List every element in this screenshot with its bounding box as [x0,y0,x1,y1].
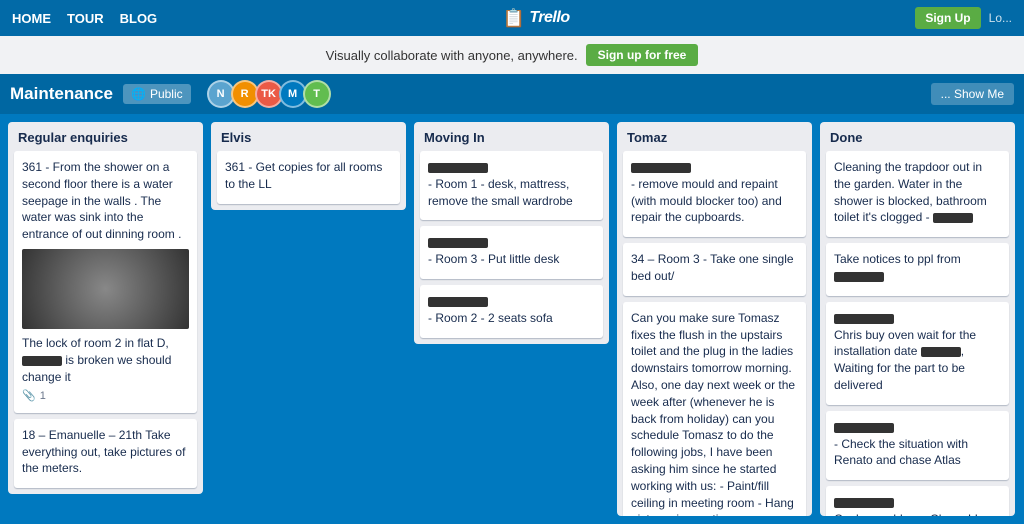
redacted-name [428,297,488,307]
board-header: Maintenance 🌐 Public N R TK M T ... Show… [0,74,1024,114]
card-room3-desk[interactable]: - Room 3 - Put little desk [420,226,603,279]
trello-logo-text: Trello [529,9,569,27]
list-title-elvis: Elvis [211,122,406,151]
nav-home[interactable]: HOME [12,11,51,26]
list-cards-moving-in: - Room 1 - desk, mattress, remove the sm… [414,151,609,344]
card-text: Cooker problem - Chase LL email [834,511,1001,516]
list-title-tomaz: Tomaz [617,122,812,151]
card-text: 18 – Emanuelle – 21th Take everything ou… [22,427,189,477]
card-text: - Room 3 - Put little desk [428,251,595,268]
card-text: Take notices to ppl from [834,251,1001,285]
board-visibility-button[interactable]: 🌐 Public [123,84,191,104]
card-text: Can you make sure Tomasz fixes the flush… [631,310,798,516]
list-cards-done: Cleaning the trapdoor out in the garden.… [820,151,1015,516]
card-text: - Room 1 - desk, mattress, remove the sm… [428,176,595,210]
avatar-T[interactable]: T [303,80,331,108]
nav-links: HOME TOUR BLOG [12,11,157,26]
card-text: - Room 2 - 2 seats sofa [428,310,595,327]
redacted-name [834,423,894,433]
badge-count: 1 [40,389,46,404]
card-notices[interactable]: Take notices to ppl from [826,243,1009,296]
redacted-name [834,314,894,324]
card-text: Cleaning the trapdoor out in the garden.… [834,159,1001,226]
list-cards-regular-enquiries: 361 - From the shower on a second floor … [8,151,203,494]
member-avatars: N R TK M T [207,80,327,108]
globe-icon: 🌐 [131,87,146,101]
board-area: Regular enquiries 361 - From the shower … [0,114,1024,524]
top-nav: HOME TOUR BLOG 📋 Trello Sign Up Lo... [0,0,1024,36]
card-cooker[interactable]: Cooker problem - Chase LL email [826,486,1009,516]
board-title: Maintenance [10,84,113,104]
card-mould[interactable]: - remove mould and repaint (with mould b… [623,151,806,237]
nav-right: Sign Up Lo... [915,7,1012,29]
card-text: - remove mould and repaint (with mould b… [631,176,798,226]
paperclip-icon: 📎 [22,389,36,404]
redacted-name [428,238,488,248]
list-elvis: Elvis 361 - Get copies for all rooms to … [211,122,406,210]
redacted-name [933,213,973,223]
card-image [22,249,189,329]
card-text: 361 - Get copies for all rooms to the LL [225,159,392,193]
card-emanuelle[interactable]: 18 – Emanuelle – 21th Take everything ou… [14,419,197,488]
login-link[interactable]: Lo... [989,11,1012,25]
nav-blog[interactable]: BLOG [120,11,158,26]
card-room1[interactable]: - Room 1 - desk, mattress, remove the sm… [420,151,603,220]
list-cards-tomaz: - remove mould and repaint (with mould b… [617,151,812,516]
card-text: 361 - From the shower on a second floor … [22,159,189,243]
promo-text: Visually collaborate with anyone, anywhe… [326,48,578,63]
card-text: Chris buy oven wait for the installation… [834,327,1001,394]
list-title-regular-enquiries: Regular enquiries [8,122,203,151]
redacted-name [428,163,488,173]
trello-board-icon: 📋 [503,8,525,29]
card-single-bed[interactable]: 34 – Room 3 - Take one single bed out/ [623,243,806,296]
card-tomaz-long[interactable]: Can you make sure Tomasz fixes the flush… [623,302,806,516]
card-room2-sofa[interactable]: - Room 2 - 2 seats sofa [420,285,603,338]
redacted-name [921,347,961,357]
redacted-name [834,498,894,508]
promo-signup-button[interactable]: Sign up for free [586,44,699,66]
card-text: 34 – Room 3 - Take one single bed out/ [631,251,798,285]
card-badge: 📎 1 [22,389,189,404]
card-copies[interactable]: 361 - Get copies for all rooms to the LL [217,151,400,204]
list-regular-enquiries: Regular enquiries 361 - From the shower … [8,122,203,494]
trello-logo: 📋 Trello [503,8,570,29]
show-me-button[interactable]: ... Show Me [931,83,1014,105]
card-renato-atlas[interactable]: - Check the situation with Renato and ch… [826,411,1009,480]
list-moving-in: Moving In - Room 1 - desk, mattress, rem… [414,122,609,344]
nav-tour[interactable]: TOUR [67,11,104,26]
card-chris-oven[interactable]: Chris buy oven wait for the installation… [826,302,1009,405]
card-shower[interactable]: 361 - From the shower on a second floor … [14,151,197,413]
list-tomaz: Tomaz - remove mould and repaint (with m… [617,122,812,516]
card-image-content [22,249,189,329]
card-text: - Check the situation with Renato and ch… [834,436,1001,470]
redacted-name [631,163,691,173]
redacted-name [22,356,62,366]
list-title-moving-in: Moving In [414,122,609,151]
redacted-name [834,272,884,282]
visibility-label: Public [150,87,183,101]
list-done: Done Cleaning the trapdoor out in the ga… [820,122,1015,516]
list-title-done: Done [820,122,1015,151]
list-cards-elvis: 361 - Get copies for all rooms to the LL [211,151,406,210]
card-trapdoor[interactable]: Cleaning the trapdoor out in the garden.… [826,151,1009,237]
signup-button[interactable]: Sign Up [915,7,980,29]
promo-bar: Visually collaborate with anyone, anywhe… [0,36,1024,74]
card-footer-text: The lock of room 2 in flat D, is broken … [22,335,189,385]
